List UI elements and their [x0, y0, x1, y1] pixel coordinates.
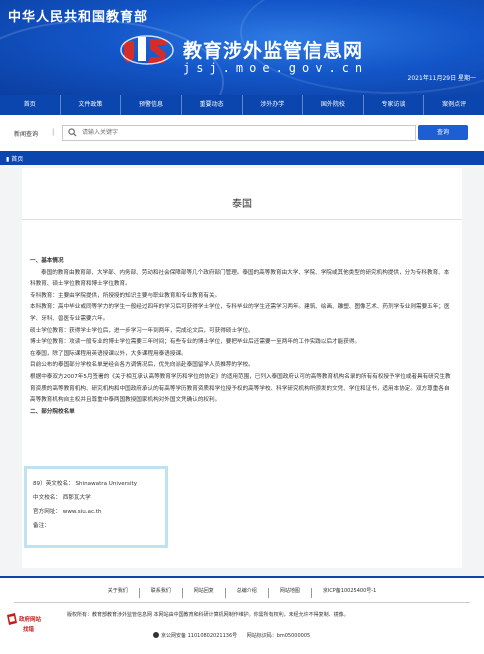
article-paragraph: 专科教育：主要由学院提供，所授授的知识主要与职业教育和专业教育有关。 — [30, 292, 221, 299]
copyright-text: 版权所有：教育部教育涉外监管信息网 本网站由中国教育和科研计算机网制作维护。你需… — [67, 612, 349, 618]
police-record[interactable]: 京公网安备 11010802021136号 — [161, 633, 237, 639]
article-container: 泰国 一、基本情况 泰国的教育由教育部、大学部、内务部、劳动和社会保障部等几个政… — [22, 168, 462, 568]
school-info-box: 89）英文校名： Shinawatra University 中文校名： 西那瓦… — [24, 466, 168, 548]
article-paragraph: 目前公布的泰国部分学校名单是经合各方调情况后，优先向派赴泰国留学人员推荐的学校。 — [30, 362, 254, 369]
site-header: 中华人民共和国教育部 教育涉外监管信息网 jsj.moe.gov.cn 2021… — [0, 0, 484, 95]
nav-item-foreign-schooling[interactable]: 涉外办学 — [243, 95, 304, 115]
breadcrumb: ▮ 首页 — [0, 151, 484, 165]
search-label: 新闻查询 — [14, 131, 39, 138]
school-website[interactable]: 官方网址： www.siu.ac.th — [33, 507, 102, 515]
search-separator: | — [52, 128, 55, 136]
footer-records: 京公网安备 11010802021136号 网站标识码：bm05000005 — [153, 632, 310, 639]
footer-link-editor[interactable]: 总编介绍 — [226, 588, 269, 598]
ministry-name[interactable]: 中华人民共和国教育部 — [8, 6, 148, 25]
current-date: 2021年11月29日 星期一 — [407, 75, 476, 82]
site-domain: jsj.moe.gov.cn — [183, 61, 369, 75]
footer-link-sitemap[interactable]: 网站地图 — [269, 588, 312, 598]
article-body: 一、基本情况 泰国的教育由教育部、大学部、内务部、劳动和社会保障部等几个政府部门… — [30, 256, 454, 418]
site-footer: 关于我们 联系我们 网站回复 总编介绍 网站地图 京ICP备10025400号-… — [0, 576, 484, 654]
nav-item-news[interactable]: 重要动态 — [182, 95, 243, 115]
search-bar: 新闻查询 | 查询 — [0, 115, 484, 152]
school-chinese-name: 中文校名： 西那瓦大学 — [33, 495, 91, 501]
section-heading: 一、基本情况 — [30, 258, 64, 264]
nav-item-interviews[interactable]: 专家访谈 — [364, 95, 425, 115]
site-title[interactable]: 教育涉外监管信息网 — [183, 36, 363, 63]
section-heading: 二、部分院校名单 — [30, 408, 75, 415]
nav-item-home[interactable]: 首页 — [0, 95, 61, 115]
article-paragraph: 本科教育：高中毕业或同等学力的学生一般经过四年的学习后可获得学士学位，专科毕业的… — [30, 304, 450, 322]
school-english-name: 89）英文校名： Shinawatra University — [33, 481, 138, 487]
footer-links: 关于我们 联系我们 网站回复 总编介绍 网站地图 京ICP备10025400号-… — [0, 588, 484, 598]
search-button[interactable]: 查询 — [418, 125, 468, 140]
gov-site-error-badge-icon[interactable]: 政府网站 找错 — [5, 611, 43, 635]
footer-link-icp[interactable]: 京ICP备10025400号-1 — [312, 588, 387, 598]
footer-link-reply[interactable]: 网站回复 — [183, 588, 226, 598]
search-icon — [68, 128, 77, 137]
footer-link-contact[interactable]: 联系我们 — [140, 588, 183, 598]
article-paragraph: 泰国的教育由教育部、大学部、内务部、劳动和社会保障部等几个政府部门管理。泰国的高… — [30, 269, 450, 288]
title-divider — [22, 219, 462, 220]
police-badge-icon — [153, 632, 159, 638]
nav-item-cases[interactable]: 案例点评 — [424, 95, 484, 115]
main-nav: 首页 文件政策 预警信息 重要动态 涉外办学 国外院校 专家访谈 案例点评 — [0, 95, 484, 115]
site-code: 网站标识码：bm05000005 — [246, 633, 311, 639]
breadcrumb-home-label[interactable]: 首页 — [11, 156, 23, 163]
breadcrumb-home[interactable]: ▮ 首页 — [6, 154, 23, 163]
search-input[interactable] — [82, 126, 402, 138]
jsj-logo-icon[interactable] — [120, 33, 174, 67]
footer-link-about[interactable]: 关于我们 — [97, 588, 140, 598]
page-title: 泰国 — [232, 199, 252, 210]
footer-divider — [14, 602, 470, 603]
article-paragraph: 硕士学位教育：获得学士学位后，进一步学习一年到两年，完成论文后，可获得硕士学位。 — [30, 327, 254, 334]
article-paragraph: 根据中泰双方2007年5月签署的《关于相互承认高等教育学历和学位的协定》的适用范… — [30, 373, 451, 404]
nav-item-warnings[interactable]: 预警信息 — [121, 95, 182, 115]
nav-item-foreign-schools[interactable]: 国外院校 — [303, 95, 364, 115]
school-notes: 备注： — [33, 523, 50, 529]
badge-line-1: 政府网站 — [19, 615, 42, 623]
article-paragraph: 博士学位教育：攻读一般专业的博士学位需要三年时间；有些专业的博士学位，要把毕业后… — [30, 339, 361, 346]
badge-line-2: 找错 — [23, 625, 35, 633]
nav-item-policy[interactable]: 文件政策 — [61, 95, 122, 115]
article-paragraph: 在泰国，除了国际课程用英语授课以外，大多课程用泰语授课。 — [30, 350, 187, 357]
